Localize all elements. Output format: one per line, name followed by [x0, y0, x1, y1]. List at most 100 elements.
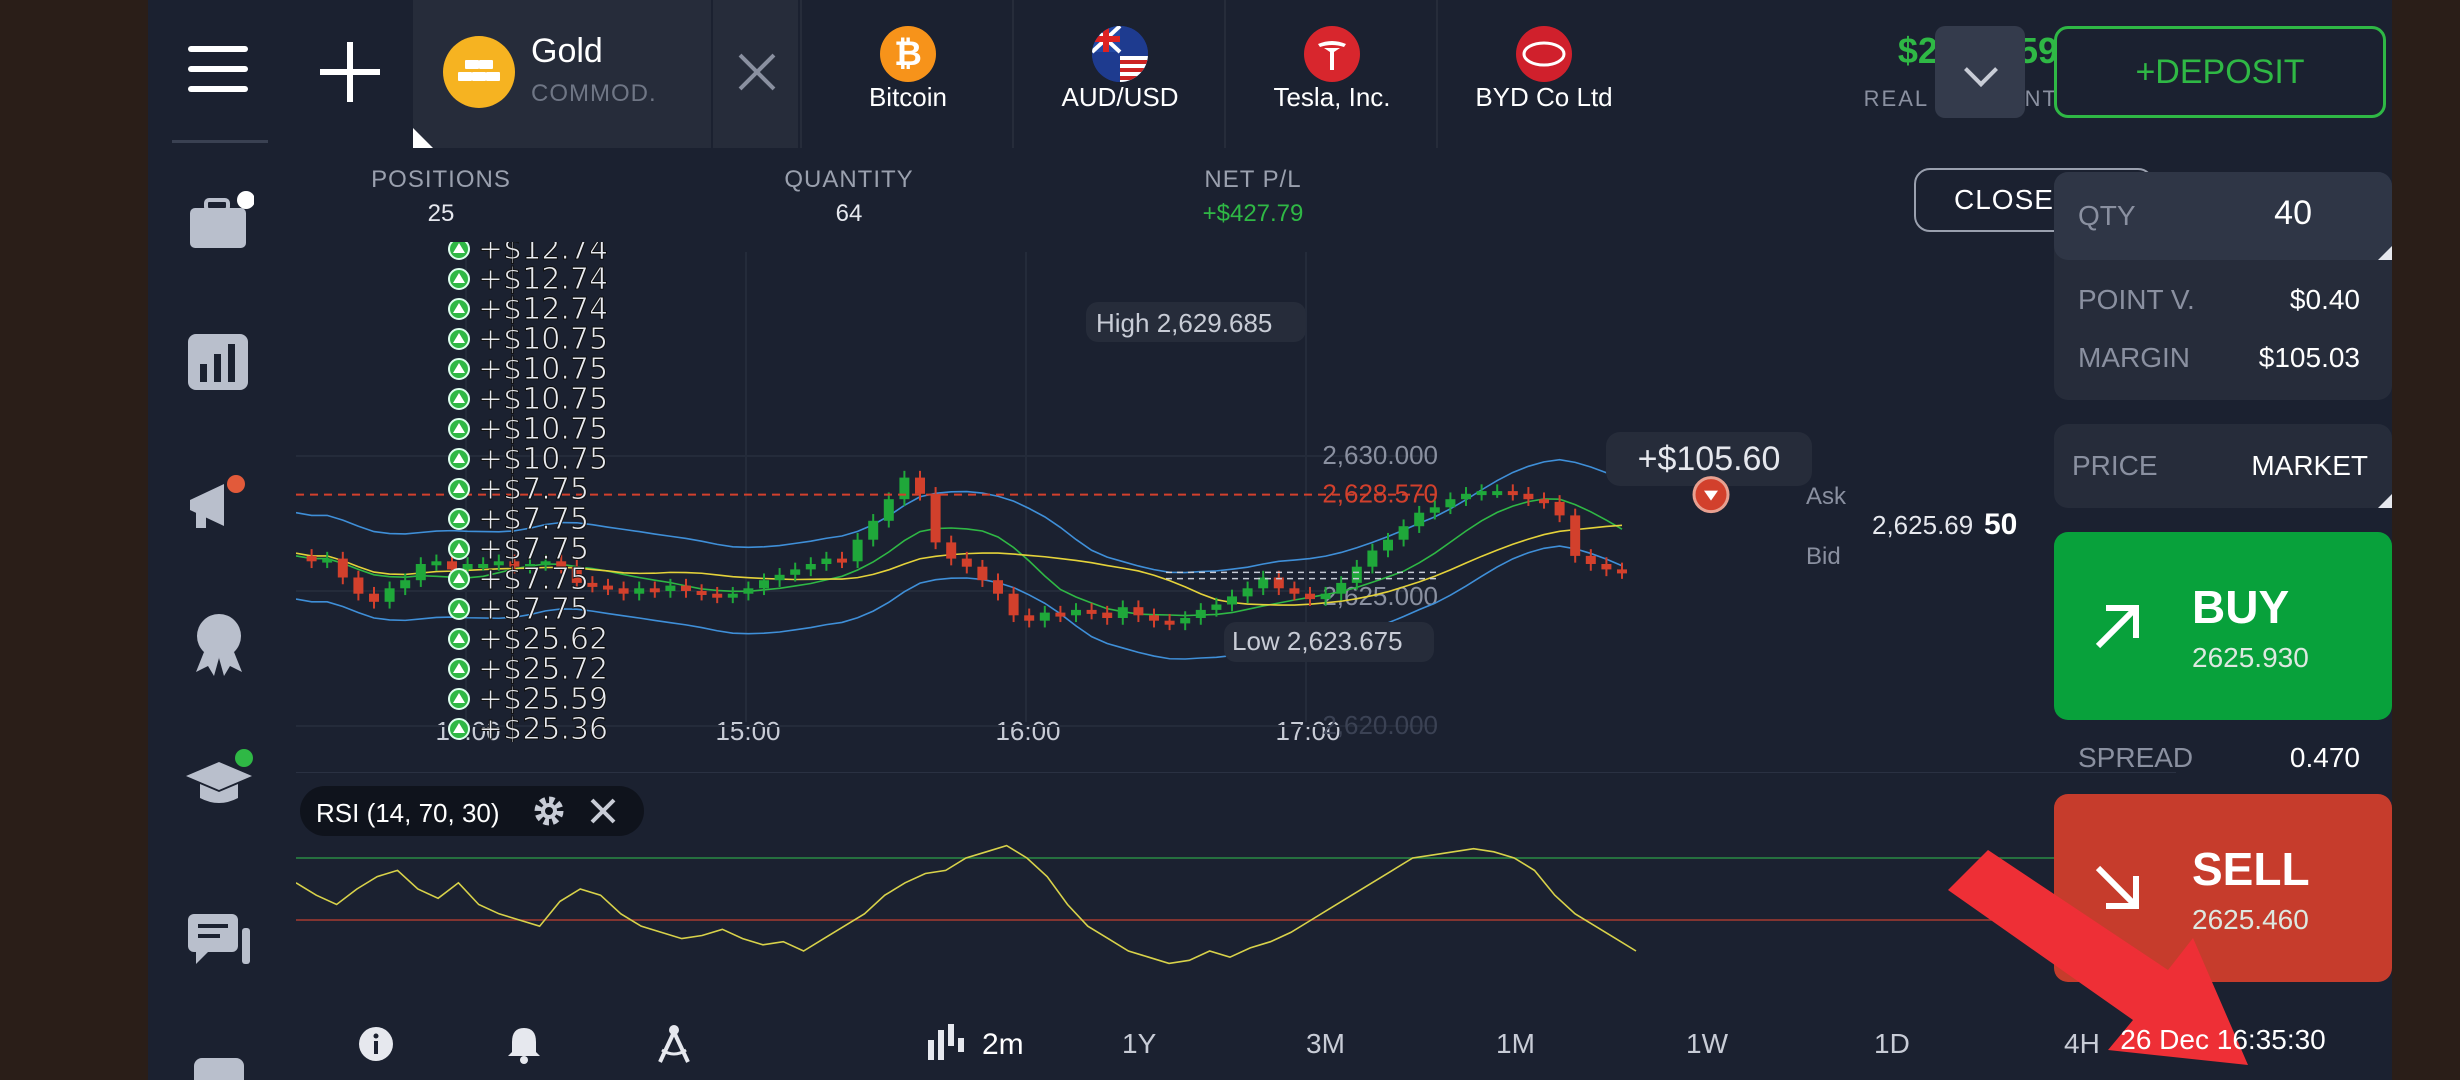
- trade-pl-row[interactable]: +$25.62: [448, 621, 609, 657]
- candle-body: [696, 591, 707, 595]
- trade-up-icon: [448, 242, 470, 260]
- candle-interval-icon[interactable]: [926, 1024, 966, 1062]
- interval-selector[interactable]: 2m: [982, 1028, 1024, 1062]
- price-axis-label: 2,628.570: [1322, 479, 1438, 509]
- chevron-down-icon[interactable]: [1935, 26, 2025, 118]
- candle-body: [1149, 615, 1159, 621]
- quantity-input[interactable]: QTY 40: [2054, 172, 2392, 260]
- qty-label: QTY: [2078, 200, 2136, 231]
- price-label: PRICE: [2072, 450, 2158, 481]
- candle-body: [837, 558, 847, 563]
- price-type-select[interactable]: PRICE MARKET: [2054, 424, 2392, 508]
- candle-body: [384, 588, 395, 602]
- stat-value: 64: [835, 200, 863, 227]
- megaphone-icon[interactable]: [184, 470, 254, 540]
- portfolio-icon[interactable]: [184, 188, 254, 258]
- tab-aud-usd[interactable]: AUD/USD: [1012, 0, 1224, 148]
- candle-body: [1445, 499, 1456, 508]
- bar-chart-icon[interactable]: [184, 328, 254, 398]
- trade-up-icon: [448, 298, 470, 320]
- margin-value: $105.03: [2258, 342, 2360, 373]
- trade-up-icon: [448, 658, 470, 680]
- trade-pl-row[interactable]: +$25.36: [448, 711, 609, 742]
- candle-body: [1320, 593, 1331, 600]
- gear-icon[interactable]: [532, 794, 566, 828]
- chat-icon[interactable]: [184, 908, 254, 978]
- trade-pl-row[interactable]: +$7.75: [448, 471, 590, 507]
- positions-stat[interactable]: POSITIONS 25: [356, 166, 526, 228]
- range-1d[interactable]: 1D: [1874, 1028, 1910, 1060]
- candle-body: [727, 593, 738, 598]
- more-icon[interactable]: [184, 1048, 254, 1080]
- candle-body: [353, 577, 364, 594]
- range-1m[interactable]: 1M: [1496, 1028, 1535, 1060]
- candle-body: [1539, 499, 1549, 504]
- candle-body: [821, 558, 832, 564]
- stat-label: POSITIONS: [371, 166, 511, 193]
- drawing-compass-icon[interactable]: [654, 1022, 694, 1066]
- range-1w[interactable]: 1W: [1686, 1028, 1728, 1060]
- candle-body: [337, 558, 348, 578]
- trade-pl-row[interactable]: +$10.75: [448, 411, 609, 447]
- award-badge-icon[interactable]: [184, 608, 254, 678]
- trade-pl-row[interactable]: +$7.75: [448, 501, 590, 537]
- trade-up-icon: [448, 358, 470, 380]
- candle-body: [1617, 569, 1627, 574]
- trade-pl-row[interactable]: +$25.59: [448, 681, 609, 717]
- deposit-button[interactable]: +DEPOSIT: [2054, 26, 2386, 118]
- tab-bitcoin[interactable]: ₿ Bitcoin: [800, 0, 1012, 148]
- bell-icon[interactable]: [506, 1024, 542, 1064]
- candle-body: [1414, 512, 1425, 527]
- candle-body: [961, 558, 972, 567]
- price-value: MARKET: [2251, 450, 2368, 481]
- close-tab-icon[interactable]: [711, 0, 799, 148]
- spread-label: SPREAD: [2078, 742, 2194, 773]
- asset-category: COMMOD.: [531, 80, 657, 107]
- tab-byd[interactable]: BYD Co Ltd: [1436, 0, 1648, 148]
- trade-pl-row[interactable]: +$7.75: [448, 561, 590, 597]
- trade-pl-row[interactable]: +$7.75: [448, 591, 590, 627]
- tab-tesla[interactable]: Tesla, Inc.: [1224, 0, 1436, 148]
- point-value: $0.40: [2289, 284, 2360, 315]
- trade-pl-row[interactable]: +$10.75: [448, 351, 609, 387]
- range-3m[interactable]: 3M: [1306, 1028, 1345, 1060]
- bid-label: Bid: [1806, 543, 1841, 570]
- tab-label: Tesla, Inc.: [1273, 82, 1391, 112]
- low-label: Low 2,623.675: [1232, 626, 1403, 656]
- trade-pl-row[interactable]: +$12.74: [448, 261, 609, 297]
- add-asset-icon[interactable]: [320, 42, 380, 102]
- candle-body: [899, 477, 910, 500]
- candle-body: [1055, 612, 1066, 617]
- trade-pl-row[interactable]: +$12.74: [448, 291, 609, 327]
- trade-pl-row[interactable]: +$10.75: [448, 381, 609, 417]
- open-trades-list: +$12.74 +$12.74 +$12.74 +$10.75 +$10.75 +$10.…: [448, 242, 648, 742]
- divider: [172, 140, 268, 143]
- high-label: High 2,629.685: [1096, 308, 1272, 338]
- trade-pl-row[interactable]: +$10.75: [448, 321, 609, 357]
- trade-pl-row[interactable]: +$7.75: [448, 531, 590, 567]
- education-cap-icon[interactable]: [184, 748, 254, 818]
- candle-body: [1601, 564, 1612, 570]
- candle-body: [431, 561, 442, 566]
- positions-summary: POSITIONS 25 QUANTITY 64 NET P/L +$427.7…: [296, 148, 2176, 252]
- candle-body: [1086, 609, 1097, 614]
- buy-button[interactable]: BUY 2625.930: [2054, 532, 2392, 720]
- candle-body: [1351, 566, 1362, 583]
- trade-up-icon: [448, 688, 470, 710]
- close-icon[interactable]: [588, 796, 618, 826]
- range-1y[interactable]: 1Y: [1122, 1028, 1156, 1060]
- candle-body: [1133, 607, 1144, 616]
- trade-pl-row[interactable]: +$10.75: [448, 441, 609, 477]
- candle-body: [868, 520, 879, 540]
- info-icon[interactable]: [358, 1026, 394, 1062]
- trade-pl-row[interactable]: +$25.72: [448, 651, 609, 687]
- hamburger-menu-icon[interactable]: [188, 40, 252, 104]
- price-axis-label: 2,630.000: [1322, 440, 1438, 470]
- candle-body: [681, 585, 691, 591]
- candle-body: [1227, 596, 1237, 605]
- tab-gold[interactable]: Gold COMMOD.: [413, 0, 798, 148]
- trading-app: Gold COMMOD. ₿ Bitcoin AUD/USD Tesla, In…: [148, 0, 2392, 1080]
- candle-body: [1039, 612, 1050, 621]
- rsi-indicator-pill: RSI (14, 70, 30): [300, 786, 644, 836]
- candle-body: [915, 477, 925, 494]
